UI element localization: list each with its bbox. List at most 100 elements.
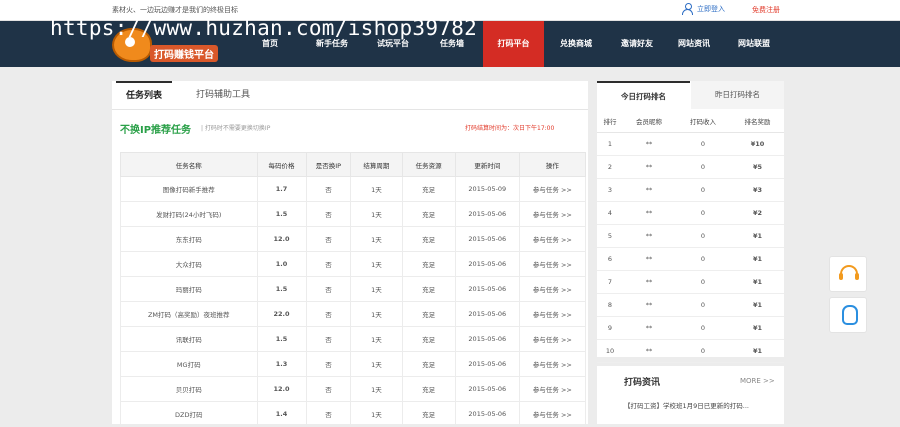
rank-reward: ¥2	[731, 201, 784, 225]
member-nickname: **	[623, 132, 675, 156]
task-settle-cycle: 1天	[350, 351, 403, 377]
nav-invite-friends[interactable]: 邀请好友	[608, 21, 666, 67]
rank-position: 9	[597, 316, 623, 340]
table-row: 大众打码 1.0 否 1天 充足 2015-05-06 参与任务 >>	[120, 251, 587, 277]
table-row: 贝贝打码 12.0 否 1天 充足 2015-05-06 参与任务 >>	[120, 376, 587, 402]
task-updated: 2015-05-06	[454, 276, 520, 302]
qq-contact-button[interactable]	[829, 297, 867, 333]
member-nickname: **	[623, 270, 675, 294]
table-row: 1 ** 0 ¥10	[597, 132, 784, 156]
rank-reward: ¥1	[731, 316, 784, 340]
task-column-header: 任务名称	[120, 152, 258, 177]
table-row: DZD打码 1.4 否 1天 充足 2015-05-06 参与任务 >>	[120, 401, 587, 427]
nav-captcha-platform[interactable]: 打码平台	[483, 21, 544, 67]
tab-yesterday-rank[interactable]: 昨日打码排名	[691, 81, 784, 109]
rank-column-header: 排名奖励	[731, 109, 784, 133]
task-resource: 充足	[401, 376, 456, 402]
join-task-link[interactable]: 参与任务 >>	[518, 326, 587, 352]
join-task-link[interactable]: 参与任务 >>	[518, 351, 587, 377]
member-nickname: **	[623, 224, 675, 248]
rank-position: 7	[597, 270, 623, 294]
rank-position: 2	[597, 155, 623, 179]
task-change-ip: 否	[305, 351, 352, 377]
task-settle-cycle: 1天	[350, 401, 403, 427]
task-resource: 充足	[401, 401, 456, 427]
task-settle-cycle: 1天	[350, 376, 403, 402]
captcha-income: 0	[675, 270, 731, 294]
task-column-header: 更新时间	[454, 152, 520, 177]
rank-position: 6	[597, 247, 623, 271]
customer-service-button[interactable]	[829, 256, 867, 292]
captcha-income: 0	[675, 316, 731, 340]
settlement-time: 打码结算时间为：次日下午17:00	[465, 125, 555, 132]
member-nickname: **	[623, 178, 675, 202]
task-name: 讯联打码	[120, 326, 258, 352]
task-column-header: 是否换IP	[305, 152, 352, 177]
task-settle-cycle: 1天	[350, 326, 403, 352]
task-column-header: 操作	[518, 152, 587, 177]
task-change-ip: 否	[305, 176, 352, 202]
table-row: 10 ** 0 ¥1	[597, 339, 784, 363]
member-nickname: **	[623, 316, 675, 340]
task-settle-cycle: 1天	[350, 226, 403, 252]
join-task-link[interactable]: 参与任务 >>	[518, 376, 587, 402]
rank-position: 4	[597, 201, 623, 225]
join-task-link[interactable]: 参与任务 >>	[518, 226, 587, 252]
rank-table: 排行 会员昵称 打码收入 排名奖励 1 ** 0 ¥10 2 ** 0 ¥5 3 ** 0 ¥3 4 ** 0 ¥2…	[597, 109, 784, 363]
join-task-link[interactable]: 参与任务 >>	[518, 401, 587, 427]
table-row: 7 ** 0 ¥1	[597, 270, 784, 294]
task-price: 12.0	[256, 226, 307, 252]
rank-reward: ¥1	[731, 247, 784, 271]
join-task-link[interactable]: 参与任务 >>	[518, 301, 587, 327]
task-updated: 2015-05-06	[454, 376, 520, 402]
captcha-income: 0	[675, 293, 731, 317]
task-price: 12.0	[256, 376, 307, 402]
nav-exchange-mall[interactable]: 兑换商城	[546, 21, 606, 67]
captcha-income: 0	[675, 132, 731, 156]
nav-site-news[interactable]: 网站资讯	[668, 21, 720, 67]
task-price: 1.5	[256, 201, 307, 227]
join-task-link[interactable]: 参与任务 >>	[518, 201, 587, 227]
section-title: 不换IP推荐任务	[120, 125, 192, 136]
task-updated: 2015-05-06	[454, 251, 520, 277]
task-name: MG打码	[120, 351, 258, 377]
register-link[interactable]: 免费注册	[752, 5, 780, 15]
task-name: 东东打码	[120, 226, 258, 252]
member-nickname: **	[623, 339, 675, 363]
logo-subtitle: 打码赚钱平台	[150, 45, 218, 62]
tab-today-rank[interactable]: 今日打码排名	[597, 81, 690, 109]
task-resource: 充足	[401, 176, 456, 202]
task-change-ip: 否	[305, 226, 352, 252]
rank-reward: ¥1	[731, 224, 784, 248]
task-name: 贝贝打码	[120, 376, 258, 402]
rank-reward: ¥5	[731, 155, 784, 179]
task-price: 1.7	[256, 176, 307, 202]
join-task-link[interactable]: 参与任务 >>	[518, 176, 587, 202]
captcha-income: 0	[675, 247, 731, 271]
task-name: 图像打码新手推荐	[120, 176, 258, 202]
member-nickname: **	[623, 247, 675, 271]
login-link[interactable]: 立即登入	[682, 3, 725, 15]
join-task-link[interactable]: 参与任务 >>	[518, 276, 587, 302]
member-nickname: **	[623, 201, 675, 225]
login-label: 立即登入	[697, 5, 725, 13]
rank-panel: 今日打码排名 昨日打码排名 排行 会员昵称 打码收入 排名奖励 1 ** 0 ¥10 2 ** 0…	[597, 81, 784, 363]
join-task-link[interactable]: 参与任务 >>	[518, 251, 587, 277]
table-row: 玛丽打码 1.5 否 1天 充足 2015-05-06 参与任务 >>	[120, 276, 587, 302]
rank-position: 1	[597, 132, 623, 156]
tab-captcha-tools[interactable]: 打码辅助工具	[196, 81, 266, 109]
member-nickname: **	[623, 155, 675, 179]
news-panel: 打码资讯 MORE >> 【打码工资】学校班1月9日已更新的打码...	[597, 366, 784, 424]
nav-site-alliance[interactable]: 网站联盟	[726, 21, 782, 67]
news-item[interactable]: 【打码工资】学校班1月9日已更新的打码...	[624, 400, 779, 410]
task-name: 大众打码	[120, 251, 258, 277]
rank-reward: ¥1	[731, 270, 784, 294]
news-more-link[interactable]: MORE >>	[740, 377, 775, 385]
task-change-ip: 否	[305, 201, 352, 227]
section-note: | 打码时不需要更换切换IP	[201, 125, 271, 132]
task-name: ZM打码（高奖励）夜班推荐	[120, 301, 258, 327]
table-row: MG打码 1.3 否 1天 充足 2015-05-06 参与任务 >>	[120, 351, 587, 377]
task-price: 1.0	[256, 251, 307, 277]
task-updated: 2015-05-06	[454, 401, 520, 427]
tab-task-list[interactable]: 任务列表	[116, 81, 172, 109]
